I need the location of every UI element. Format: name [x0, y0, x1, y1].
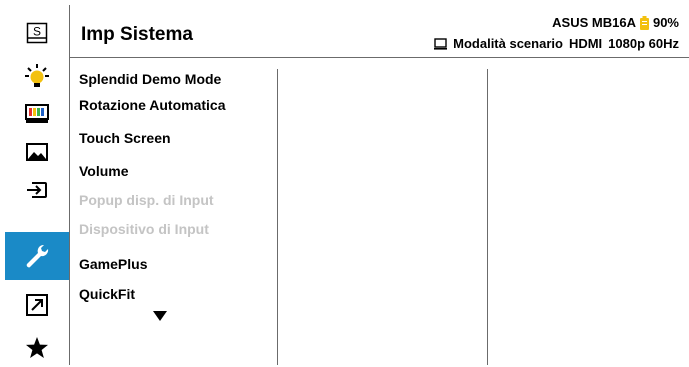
menu-item-input-device: Dispositivo di Input	[79, 221, 209, 237]
arrow-icon	[26, 294, 48, 316]
resolution: 1080p 60Hz	[608, 36, 679, 51]
model-name: ASUS MB16A	[552, 15, 636, 30]
monitor-icon	[434, 37, 448, 50]
sidebar-item-splendid[interactable]: S	[5, 14, 69, 52]
status-info: Modalità scenario HDMI 1080p 60Hz	[434, 36, 679, 51]
header: Imp Sistema ASUS MB16A 90% Modalità scen…	[69, 5, 689, 58]
splendid-s-icon: S	[26, 22, 48, 44]
input-source: HDMI	[568, 36, 603, 51]
column-divider	[277, 69, 278, 365]
color-bars-icon	[25, 104, 49, 123]
image-icon	[26, 143, 48, 161]
wrench-icon	[26, 244, 49, 268]
battery-level: 90%	[652, 15, 679, 30]
sidebar-item-system-setup[interactable]	[5, 232, 69, 280]
page-title: Imp Sistema	[81, 24, 193, 45]
menu-item-volume[interactable]: Volume	[79, 163, 129, 179]
scenario-mode: Modalità scenario	[453, 36, 563, 51]
battery-icon	[639, 15, 649, 30]
sidebar-item-input[interactable]	[5, 171, 69, 209]
bulb-icon	[25, 64, 49, 87]
sidebar-item-shortcut[interactable]	[5, 286, 69, 324]
sidebar-item-color[interactable]	[5, 95, 69, 133]
osd-menu: S Imp Sistema ASUS MB16A 90% Modalità sc…	[0, 0, 689, 365]
column-divider	[487, 69, 488, 365]
sidebar-item-blue-light[interactable]	[5, 57, 69, 95]
menu-item-gameplus[interactable]: GamePlus	[79, 256, 147, 272]
menu-item-splendid-demo[interactable]: Splendid Demo Mode	[79, 71, 221, 87]
sidebar: S	[5, 5, 70, 365]
input-icon	[27, 182, 47, 198]
menu-item-touch-screen[interactable]: Touch Screen	[79, 130, 171, 146]
menu-item-quickfit[interactable]: QuickFit	[79, 286, 135, 302]
svg-text:S: S	[33, 25, 41, 39]
sidebar-item-myfavorite[interactable]	[5, 329, 69, 367]
menu-item-auto-rotation[interactable]: Rotazione Automatica	[79, 97, 226, 113]
sidebar-item-image[interactable]	[5, 133, 69, 171]
arrow-down-icon[interactable]	[153, 311, 167, 321]
model-info: ASUS MB16A 90%	[552, 15, 679, 30]
star-icon	[26, 337, 48, 358]
menu-item-input-popup: Popup disp. di Input	[79, 192, 214, 208]
